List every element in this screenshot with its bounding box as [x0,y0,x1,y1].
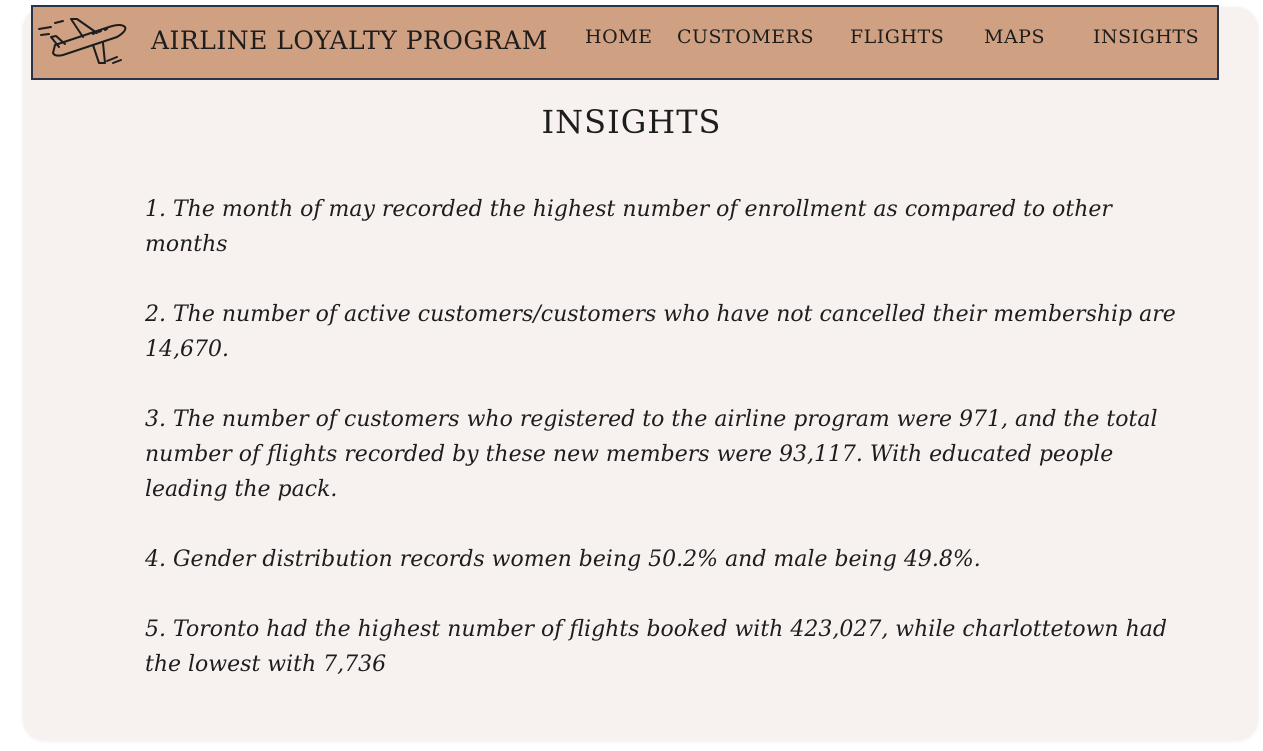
brand-title[interactable]: AIRLINE LOYALTY PROGRAM [151,26,548,55]
insight-item: 1. The month of may recorded the highest… [145,197,1112,257]
nav-home[interactable]: HOME [585,26,652,48]
nav-maps[interactable]: MAPS [984,26,1045,48]
nav-flights[interactable]: FLIGHTS [850,26,944,48]
insight-item: 4. Gender distribution records women bei… [145,547,981,572]
nav-customers[interactable]: CUSTOMERS [677,26,814,48]
insight-item: 2. The number of active customers/custom… [145,302,1176,362]
airplane-icon[interactable] [37,15,133,67]
insight-item: 3. The number of customers who registere… [145,407,1158,502]
page-title: INSIGHTS [541,103,722,141]
insight-item: 5. Toronto had the highest number of fli… [145,617,1167,677]
nav-insights[interactable]: INSIGHTS [1093,26,1199,48]
insights-list: 1. The month of may recorded the highest… [145,192,1195,717]
top-navbar: AIRLINE LOYALTY PROGRAM HOME CUSTOMERS F… [31,5,1219,80]
